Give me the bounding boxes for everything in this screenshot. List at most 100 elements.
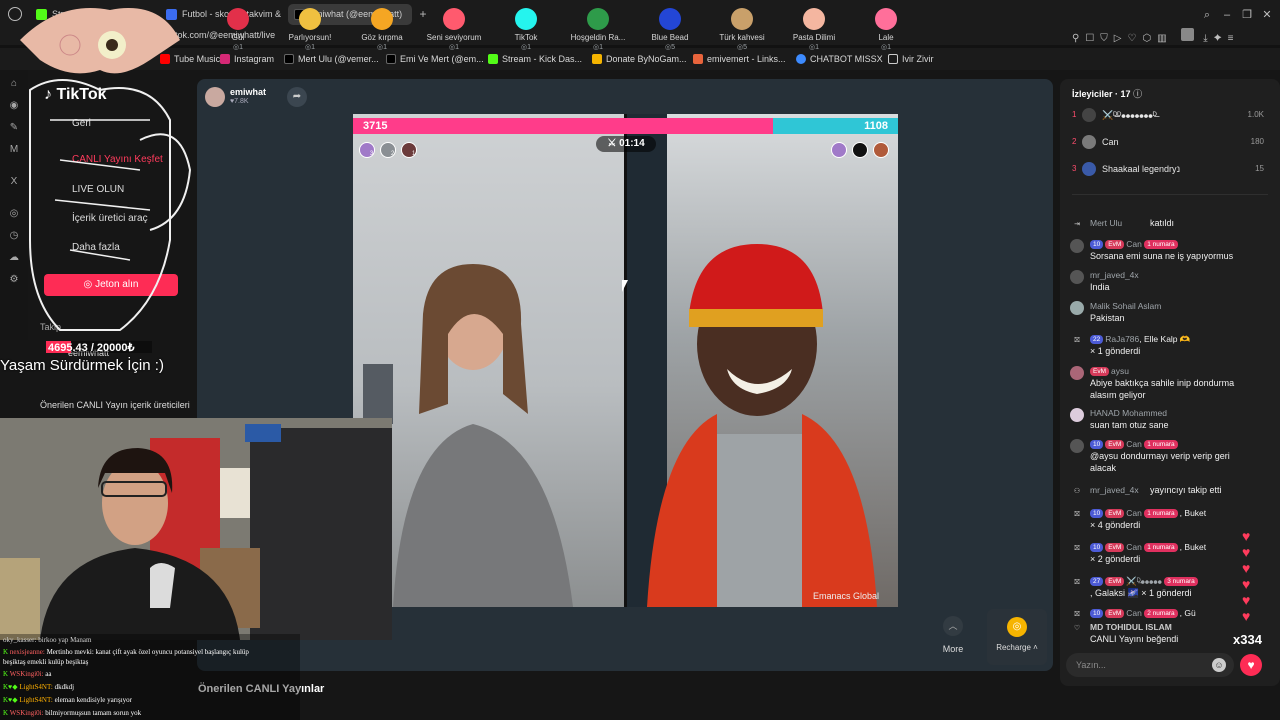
gift-item-lale[interactable]: Lale ◎1 (850, 8, 922, 51)
gift-item-hosgeldin[interactable]: Hoşgeldin Ra... ◎1 (562, 8, 634, 51)
chat-message: mr_javed_4x India (1070, 269, 1270, 295)
chat-username-line[interactable]: 27 EvM ⚔️ᴰ̶̶̶⦁⦁⦁⦁⦁ 3 numara (1090, 575, 1200, 587)
split-icon[interactable]: ▥ (1157, 33, 1172, 44)
like-button[interactable]: ♥ (1240, 654, 1262, 676)
video-left-host (353, 114, 624, 607)
viewer-row[interactable]: 1 ⚔️ᴰ̶̶̶ᴰ⦁⦁⦁⦁⦁⦁⦁ᴰ̶̶ 1.0K (1072, 106, 1272, 124)
chat-username-line[interactable]: 10 EvM Can 1 numara (1090, 438, 1180, 450)
bookmark-label: emivemert - Links... (707, 54, 786, 64)
kick-badge-icon: K♥◆ (3, 683, 18, 691)
shield-icon[interactable]: ⛉ (1100, 33, 1114, 44)
chat-username-line[interactable]: 10 EvM Can 1 numara (1090, 238, 1180, 250)
chat-message: HANAD Mohammed suan tam otuz sane (1070, 407, 1270, 433)
score-bar-left (353, 118, 773, 134)
gift-item-parliyorsun[interactable]: Parlıyorsun! ◎1 (274, 8, 346, 51)
gift-name: Parlıyorsun! (288, 33, 332, 42)
info-icon[interactable]: ⓘ (1133, 89, 1142, 99)
chat-message: Malik Sohail Aslam Pakistan (1070, 300, 1270, 326)
wink-icon (371, 8, 393, 30)
viewer-score: 1.0K (1247, 110, 1264, 119)
chat-username-line[interactable]: 22 RaJa786, Elle Kalp 🫶 (1090, 333, 1190, 345)
gift-item-seni-seviyorum[interactable]: Seni seviyorum ◎1 (418, 8, 490, 51)
slogan-text: Yaşam Sürdürmek İçin :) (0, 357, 164, 374)
gift-name: Blue Bead (651, 33, 689, 42)
gift-item-turk-kahvesi[interactable]: Türk kahvesi ◎5 (706, 8, 778, 51)
gift-name: Lale (878, 33, 894, 42)
chat-username-line[interactable]: 10 EvM Can 1 numara, Buket (1090, 507, 1206, 519)
play-icon[interactable]: ▷ (1114, 33, 1128, 44)
opponent-gifter-avatar[interactable] (831, 142, 847, 158)
chat-username[interactable]: HANAD Mohammed (1090, 407, 1167, 419)
bookmark-linktree[interactable]: emivemert - Links... (693, 52, 786, 66)
more-gifts-button[interactable]: ︿ More (933, 616, 973, 662)
chat-message: ⚇ mr_javed_4x yayıncıyı takip etti (1070, 484, 1270, 498)
viewer-avatar (1082, 108, 1096, 122)
bookmark-mert-ulu[interactable]: Mert Ulu (@vemer... (284, 52, 379, 66)
gift-item-gul[interactable]: Gül ◎1 (202, 8, 274, 51)
gift-price: ◎5 (664, 44, 675, 51)
ramadan-icon (587, 8, 609, 30)
gifter-rank: 2 (391, 151, 395, 157)
viewer-row[interactable]: 2 Can 180 (1072, 133, 1272, 151)
emoji-icon[interactable]: ☺ (1212, 658, 1226, 672)
gift-item-tiktok[interactable]: TikTok ◎1 (490, 8, 562, 51)
host-name[interactable]: emiwhat (230, 87, 266, 97)
minimize-icon[interactable]: – (1220, 8, 1234, 22)
gift-item-blue-bead[interactable]: Blue Bead ◎5 (634, 8, 706, 51)
restore-icon[interactable]: ❐ (1240, 8, 1254, 22)
cake-icon (803, 8, 825, 30)
bookmark-instagram[interactable]: Instagram (220, 52, 274, 66)
chat-text: yayıncıyı takip etti (1150, 485, 1222, 495)
chat-username-line[interactable]: EvM aysu (1090, 365, 1129, 377)
bookmark-donate[interactable]: Donate ByNoGam... (592, 52, 687, 66)
chat-message: ⛝ 10 EvM Can 1 numara, Buket × 2 gönderdi (1070, 541, 1270, 567)
download-icon[interactable]: ⤓ (1203, 33, 1213, 44)
bookmark-kick[interactable]: Stream - Kick Das... (488, 52, 582, 66)
ai-icon[interactable]: ✦ (1214, 33, 1228, 44)
heart-icon[interactable]: ♡ (1128, 33, 1143, 44)
chat-avatar (1070, 301, 1084, 315)
opponent-gifter-avatar[interactable] (852, 142, 868, 158)
top-gifter-avatar[interactable]: 3 (359, 142, 375, 158)
menu-icon[interactable]: ≡ (1228, 33, 1240, 44)
streamer-figure (0, 418, 392, 640)
score-right: 1108 (864, 120, 888, 132)
linktree-icon (693, 54, 703, 64)
search-tabs-icon[interactable]: ⌕ (1200, 8, 1214, 22)
live-video[interactable]: 3715 1108 ⚔ 01:14 3 2 1 Emanacs Global (353, 114, 898, 607)
bookmark-icon[interactable]: ☐ (1085, 33, 1100, 44)
top-gifter-avatar[interactable]: 1 (401, 142, 417, 158)
chat-username-line[interactable]: 10 EvM Can 1 numara, Buket (1090, 541, 1206, 553)
share-icon[interactable]: ➦ (287, 87, 307, 107)
viewer-row[interactable]: 3 Shaakaal legendryנ 15 (1072, 160, 1272, 178)
chat-avatar (1070, 366, 1084, 380)
chatbot-icon (796, 54, 806, 64)
viewer-name: Can (1102, 137, 1119, 147)
gift-item-goz-kirpma[interactable]: Göz kırpma ◎1 (346, 8, 418, 51)
chat-username[interactable]: MD TOHIDUL ISLAM (1090, 621, 1172, 633)
bookmark-chatbot[interactable]: CHATBOT MISSX (796, 52, 883, 66)
bookmark-folder[interactable]: Ivir Zivir (888, 52, 934, 66)
chat-username[interactable]: Malik Sohail Aslam (1090, 300, 1161, 312)
host-avatar[interactable] (205, 87, 225, 107)
chat-input[interactable]: Yazın... (1066, 653, 1234, 677)
top-gifter-avatar[interactable]: 2 (380, 142, 396, 158)
chat-username-line[interactable]: 10 EvM Can 2 numara, Gü (1090, 607, 1196, 619)
opponent-gifter-avatar[interactable] (873, 142, 889, 158)
chat-text: Pakistan (1090, 313, 1125, 323)
extensions-icon[interactable]: ⬡ (1142, 33, 1157, 44)
gift-name: Göz kırpma (361, 33, 403, 42)
chat-username[interactable]: Mert Ulu (1090, 217, 1122, 229)
chat-username[interactable]: mr_javed_4x (1090, 269, 1139, 281)
pin-icon[interactable]: ⚲ (1072, 33, 1085, 44)
recharge-button[interactable]: ◎ Recharge ˄ (987, 609, 1047, 665)
bookmark-label: Stream - Kick Das... (502, 54, 583, 64)
gift-price: ◎1 (448, 44, 459, 51)
overlay-chat-line: K nexisjeanne: Mertinho mevki: kanat çif… (3, 648, 249, 656)
chat-username[interactable]: mr_javed_4x (1090, 484, 1139, 496)
like-count: x334 (1233, 632, 1262, 647)
gift-item-pasta-dilimi[interactable]: Pasta Dilimi ◎1 (778, 8, 850, 51)
profile-avatar[interactable] (1181, 28, 1195, 41)
close-window-icon[interactable]: ✕ (1260, 8, 1274, 22)
bookmark-emi-ve-mert[interactable]: Emi Ve Mert (@em... (386, 52, 484, 66)
